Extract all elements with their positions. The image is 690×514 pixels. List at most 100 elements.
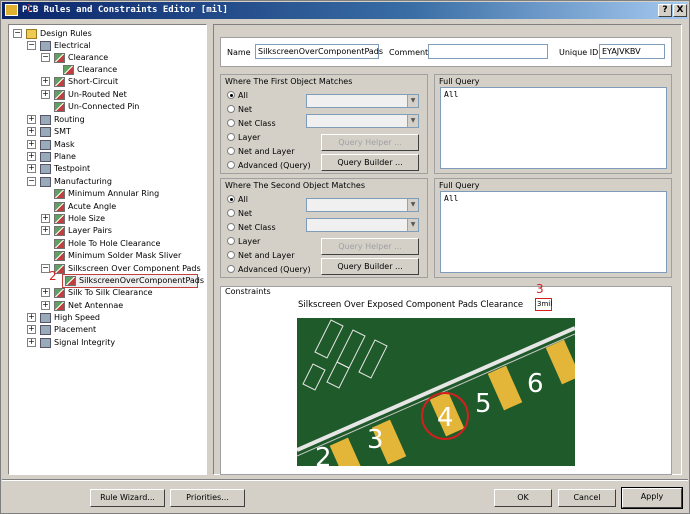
first-layer-label: Layer bbox=[238, 133, 261, 142]
rule-icon bbox=[54, 77, 65, 87]
first-advanced-radio[interactable] bbox=[227, 161, 235, 169]
collapse-icon[interactable]: − bbox=[27, 41, 36, 50]
rule-icon bbox=[54, 239, 65, 249]
second-all-label: All bbox=[238, 195, 248, 204]
second-query-helper-button[interactable]: Query Helper ... bbox=[321, 238, 419, 255]
first-netclass-select[interactable]: ▼ bbox=[306, 114, 419, 128]
second-query-builder-button[interactable]: Query Builder ... bbox=[321, 258, 419, 275]
expand-icon[interactable]: + bbox=[41, 301, 50, 310]
expand-icon[interactable]: + bbox=[27, 338, 36, 347]
annotation-2: 2 bbox=[49, 269, 57, 283]
second-object-title: Where The Second Object Matches bbox=[225, 181, 365, 190]
rule-icon bbox=[54, 226, 65, 236]
second-netclass-select[interactable]: ▼ bbox=[306, 218, 419, 232]
cancel-button[interactable]: Cancel bbox=[558, 489, 616, 507]
expand-icon[interactable]: + bbox=[27, 115, 36, 124]
placement-icon bbox=[40, 325, 51, 335]
mask-icon bbox=[40, 140, 51, 150]
second-net-and-layer-radio[interactable] bbox=[227, 251, 235, 259]
unique-id-label: Unique ID bbox=[559, 48, 599, 57]
apply-button[interactable]: Apply bbox=[621, 487, 683, 509]
expand-icon[interactable]: + bbox=[41, 90, 50, 99]
app-icon bbox=[5, 4, 18, 16]
expand-icon[interactable]: + bbox=[27, 164, 36, 173]
tree-item-label: Net Antennae bbox=[68, 301, 124, 310]
name-field[interactable]: SilkscreenOverComponentPads bbox=[255, 44, 383, 59]
tree-item-label: Hole To Hole Clearance bbox=[68, 239, 161, 248]
second-layer-radio[interactable] bbox=[227, 237, 235, 245]
first-net-label: Net bbox=[238, 105, 253, 114]
collapse-icon[interactable]: − bbox=[41, 53, 50, 62]
rules-editor-window: PCB Rules and Constraints Editor [mil] ?… bbox=[0, 0, 690, 514]
expand-icon[interactable]: + bbox=[27, 152, 36, 161]
rule-icon bbox=[54, 189, 65, 199]
second-advanced-radio[interactable] bbox=[227, 265, 235, 273]
ok-button[interactable]: OK bbox=[494, 489, 552, 507]
close-button[interactable]: X bbox=[673, 4, 687, 17]
second-net-radio[interactable] bbox=[227, 209, 235, 217]
first-query-builder-button[interactable]: Query Builder ... bbox=[321, 154, 419, 171]
rule-icon bbox=[54, 102, 65, 112]
first-netclass-label: Net Class bbox=[238, 119, 276, 128]
pad-number-5: 5 bbox=[475, 389, 492, 419]
first-net-and-layer-radio[interactable] bbox=[227, 147, 235, 155]
unique-id-field[interactable]: EYAJVKBV bbox=[599, 44, 665, 59]
electrical-icon bbox=[40, 41, 51, 51]
routing-icon bbox=[40, 115, 51, 125]
tree-item-label: Short-Circuit bbox=[68, 77, 119, 86]
tree-item-label: Mask bbox=[54, 140, 75, 149]
tree-item-label: Silkscreen Over Component Pads bbox=[68, 264, 201, 273]
second-netclass-radio[interactable] bbox=[227, 223, 235, 231]
tree-item-label: Minimum Annular Ring bbox=[68, 189, 160, 198]
expand-icon[interactable]: + bbox=[27, 140, 36, 149]
rule-wizard-button[interactable]: Rule Wizard... bbox=[90, 489, 165, 507]
second-net-label: Net bbox=[238, 209, 253, 218]
priorities-button[interactable]: Priorities... bbox=[170, 489, 245, 507]
rules-tree[interactable]: − Design Rules − Electrical − Clearance … bbox=[8, 24, 207, 475]
expand-icon[interactable]: + bbox=[27, 313, 36, 322]
rule-icon bbox=[54, 202, 65, 212]
expand-icon[interactable]: + bbox=[41, 77, 50, 86]
expand-icon[interactable]: + bbox=[41, 288, 50, 297]
first-all-radio[interactable] bbox=[227, 91, 235, 99]
rule-icon bbox=[54, 214, 65, 224]
tree-item-label: Routing bbox=[54, 115, 85, 124]
rule-icon bbox=[63, 65, 74, 75]
pad-number-2: 2 bbox=[315, 443, 332, 466]
second-full-query-group: Full Query All bbox=[434, 178, 672, 278]
tree-item-silkscreen-over-pads-rule[interactable]: SilkscreenOverComponentPads bbox=[62, 274, 204, 288]
tree-item-label: Manufacturing bbox=[54, 177, 112, 186]
expand-icon[interactable]: + bbox=[27, 325, 36, 334]
rule-icon bbox=[54, 288, 65, 298]
first-netclass-radio[interactable] bbox=[227, 119, 235, 127]
expand-icon[interactable]: + bbox=[41, 226, 50, 235]
second-net-select[interactable]: ▼ bbox=[306, 198, 419, 212]
expand-icon[interactable]: + bbox=[27, 127, 36, 136]
tree-item-label: Signal Integrity bbox=[54, 338, 116, 347]
signal-integrity-icon bbox=[40, 338, 51, 348]
tree-item-label: SMT bbox=[54, 127, 71, 136]
second-all-radio[interactable] bbox=[227, 195, 235, 203]
first-object-title: Where The First Object Matches bbox=[225, 77, 353, 86]
second-full-query-title: Full Query bbox=[439, 181, 480, 190]
first-net-and-layer-label: Net and Layer bbox=[238, 147, 295, 156]
expand-icon[interactable]: + bbox=[41, 214, 50, 223]
first-query-helper-button[interactable]: Query Helper ... bbox=[321, 134, 419, 151]
constraints-panel: Constraints Silkscreen Over Exposed Comp… bbox=[220, 282, 672, 475]
second-layer-label: Layer bbox=[238, 237, 261, 246]
first-net-radio[interactable] bbox=[227, 105, 235, 113]
clearance-value-field[interactable]: 3mil bbox=[535, 298, 552, 311]
first-full-query-text[interactable]: All bbox=[440, 87, 667, 169]
pad-number-4: 4 bbox=[437, 403, 454, 433]
name-label: Name bbox=[227, 48, 251, 57]
first-net-select[interactable]: ▼ bbox=[306, 94, 419, 108]
comment-field[interactable] bbox=[428, 44, 548, 59]
collapse-icon[interactable]: − bbox=[27, 177, 36, 186]
footer-divider bbox=[2, 479, 688, 481]
chevron-down-icon: ▼ bbox=[407, 199, 418, 211]
first-all-label: All bbox=[238, 91, 248, 100]
first-layer-radio[interactable] bbox=[227, 133, 235, 141]
help-button[interactable]: ? bbox=[658, 4, 672, 17]
collapse-icon[interactable]: − bbox=[13, 29, 22, 38]
second-full-query-text[interactable]: All bbox=[440, 191, 667, 273]
